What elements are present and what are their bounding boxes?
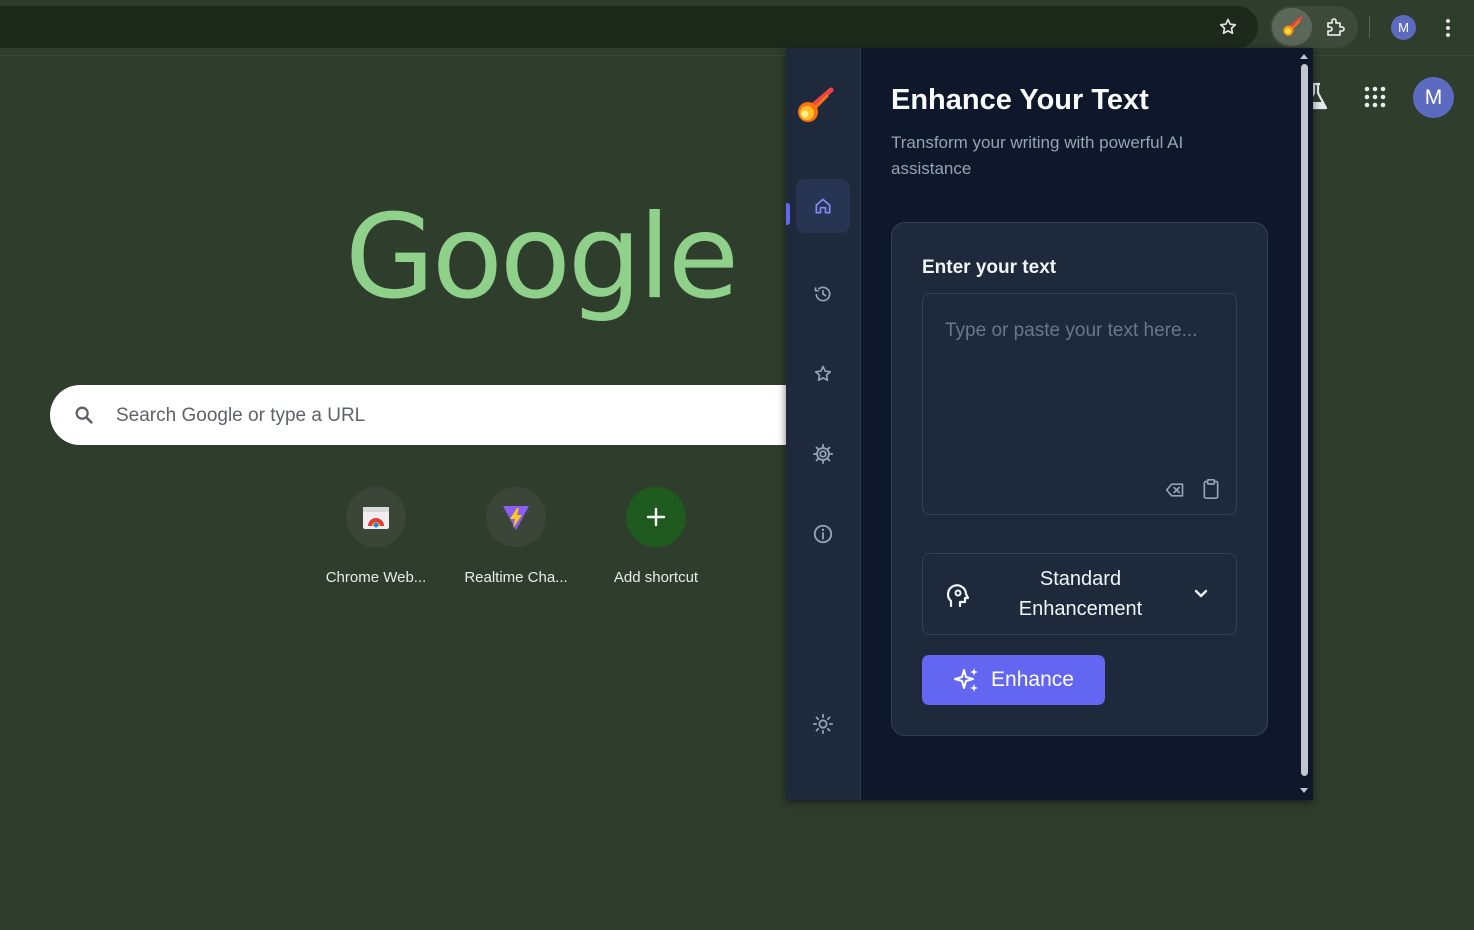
- popup-subtitle: Transform your writing with powerful AI …: [891, 133, 1184, 178]
- address-bar[interactable]: [0, 6, 1258, 48]
- browser-menu-button[interactable]: [1438, 14, 1458, 42]
- nav-home[interactable]: [796, 179, 850, 233]
- text-input[interactable]: [943, 314, 1217, 468]
- enhance-card: Enter your text Standard Enhancement Enh…: [891, 222, 1268, 736]
- star-icon: [814, 365, 832, 382]
- comet-icon: [1283, 16, 1303, 36]
- shortcut-realtime-chat[interactable]: Realtime Cha...: [446, 487, 586, 586]
- popup-title: Enhance Your Text: [891, 84, 1149, 116]
- clipboard-paste-icon[interactable]: [1201, 478, 1221, 500]
- scroll-down-arrow-icon[interactable]: [1299, 786, 1309, 796]
- shortcut-add[interactable]: Add shortcut: [586, 487, 726, 586]
- google-logo: Google: [345, 190, 739, 325]
- popup-content: Enhance Your Text Transform your writing…: [861, 48, 1301, 800]
- scrollbar-thumb[interactable]: [1301, 64, 1308, 776]
- enhance-button[interactable]: Enhance: [922, 655, 1105, 705]
- brain-head-icon: [946, 584, 970, 608]
- scroll-up-arrow-icon[interactable]: [1299, 51, 1309, 61]
- google-apps-icon[interactable]: [1363, 85, 1387, 109]
- account-avatar[interactable]: M: [1413, 77, 1454, 118]
- shortcut-label: Realtime Cha...: [464, 569, 568, 586]
- input-label: Enter your text: [922, 257, 1057, 278]
- shortcut-label: Chrome Web...: [325, 569, 427, 586]
- nav-about[interactable]: [796, 507, 850, 561]
- shortcut-chrome-web-store[interactable]: Chrome Web...: [306, 487, 446, 586]
- theme-toggle[interactable]: [796, 697, 850, 751]
- toolbar-separator: [1369, 16, 1370, 38]
- nav-history[interactable]: [796, 267, 850, 321]
- enhancer-extension-button[interactable]: [1272, 8, 1312, 46]
- search-input[interactable]: [114, 400, 718, 432]
- shortcut-tile: [346, 487, 406, 547]
- sparkles-icon: [954, 668, 979, 692]
- enhancer-popup: Enhance Your Text Transform your writing…: [786, 48, 1313, 800]
- more-vert-icon: [1446, 19, 1450, 37]
- plus-icon: [646, 507, 666, 527]
- extensions-menu-button[interactable]: [1318, 10, 1354, 44]
- chrome-web-store-icon: [363, 507, 389, 529]
- sun-icon: [812, 713, 834, 735]
- search-icon: [75, 406, 93, 424]
- selected-mode-label: Standard Enhancement: [1018, 568, 1143, 620]
- shortcut-tile: [626, 487, 686, 547]
- nav-settings[interactable]: [796, 427, 850, 481]
- enhance-button-label: Enhance: [991, 668, 1074, 691]
- active-nav-indicator: [786, 203, 790, 225]
- info-icon: [813, 524, 833, 544]
- profile-avatar-button[interactable]: M: [1391, 15, 1416, 40]
- clear-text-icon[interactable]: [1165, 480, 1185, 500]
- text-input-container: [922, 293, 1237, 515]
- enhancement-mode-select[interactable]: Standard Enhancement: [922, 553, 1237, 635]
- chevron-down-icon: [1194, 589, 1208, 598]
- nav-favorites[interactable]: [796, 347, 850, 401]
- popup-sidebar: [786, 48, 861, 800]
- home-icon: [815, 198, 831, 214]
- history-icon: [814, 286, 831, 302]
- vite-icon: [503, 506, 529, 530]
- shortcut-label: Add shortcut: [613, 569, 699, 586]
- puzzle-icon: [1327, 18, 1345, 36]
- bookmark-star-button[interactable]: [1212, 11, 1244, 43]
- gear-icon: [812, 443, 834, 465]
- comet-logo-icon: [798, 87, 834, 122]
- star-icon: [1219, 18, 1237, 35]
- shortcut-tile: [486, 487, 546, 547]
